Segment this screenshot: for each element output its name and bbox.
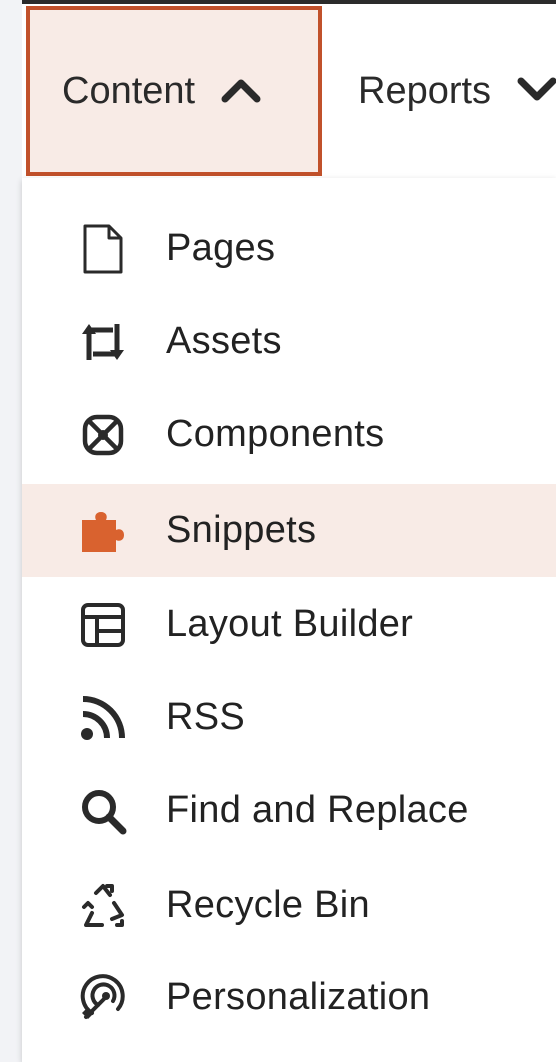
puzzle-icon	[76, 504, 130, 558]
left-rail	[0, 0, 23, 1062]
nav-tab-reports[interactable]: Reports	[358, 4, 556, 178]
menu-item-label: Components	[166, 413, 385, 455]
menu-item-assets[interactable]: Assets	[22, 295, 556, 388]
menu-item-pages[interactable]: Pages	[22, 202, 556, 295]
nav-tab-label: Reports	[358, 69, 492, 112]
search-icon	[76, 784, 130, 838]
nav-tab-label: Content	[62, 69, 196, 112]
assets-icon	[76, 315, 130, 369]
content-dropdown-menu: Pages Assets Components Snippets Layout …	[22, 178, 556, 1062]
menu-item-label: Assets	[166, 320, 282, 362]
menu-item-layout-builder[interactable]: Layout Builder	[22, 578, 556, 671]
menu-item-personalization[interactable]: Personalization	[22, 951, 556, 1044]
chevron-up-icon	[221, 70, 261, 113]
recycle-icon	[76, 879, 130, 933]
nav-tab-content[interactable]: Content	[26, 6, 322, 176]
rss-icon	[76, 691, 130, 745]
components-icon	[76, 408, 130, 462]
menu-item-label: Find and Replace	[166, 789, 469, 831]
menu-item-label: Personalization	[166, 976, 431, 1018]
menu-item-label: Snippets	[166, 509, 317, 551]
chevron-down-icon	[517, 70, 556, 113]
menu-item-label: Recycle Bin	[166, 884, 370, 926]
menu-item-label: Pages	[166, 227, 276, 269]
personalization-icon	[76, 971, 130, 1025]
menu-item-components[interactable]: Components	[22, 388, 556, 481]
menu-item-recycle-bin[interactable]: Recycle Bin	[22, 859, 556, 952]
menu-item-rss[interactable]: RSS	[22, 671, 556, 764]
page-icon	[76, 222, 130, 276]
layout-icon	[76, 598, 130, 652]
menu-item-snippets[interactable]: Snippets	[22, 484, 556, 577]
menu-item-label: RSS	[166, 696, 246, 738]
menu-item-label: Layout Builder	[166, 603, 414, 645]
menu-item-find-and-replace[interactable]: Find and Replace	[22, 764, 556, 857]
top-nav-bar: Content Reports	[22, 0, 556, 178]
